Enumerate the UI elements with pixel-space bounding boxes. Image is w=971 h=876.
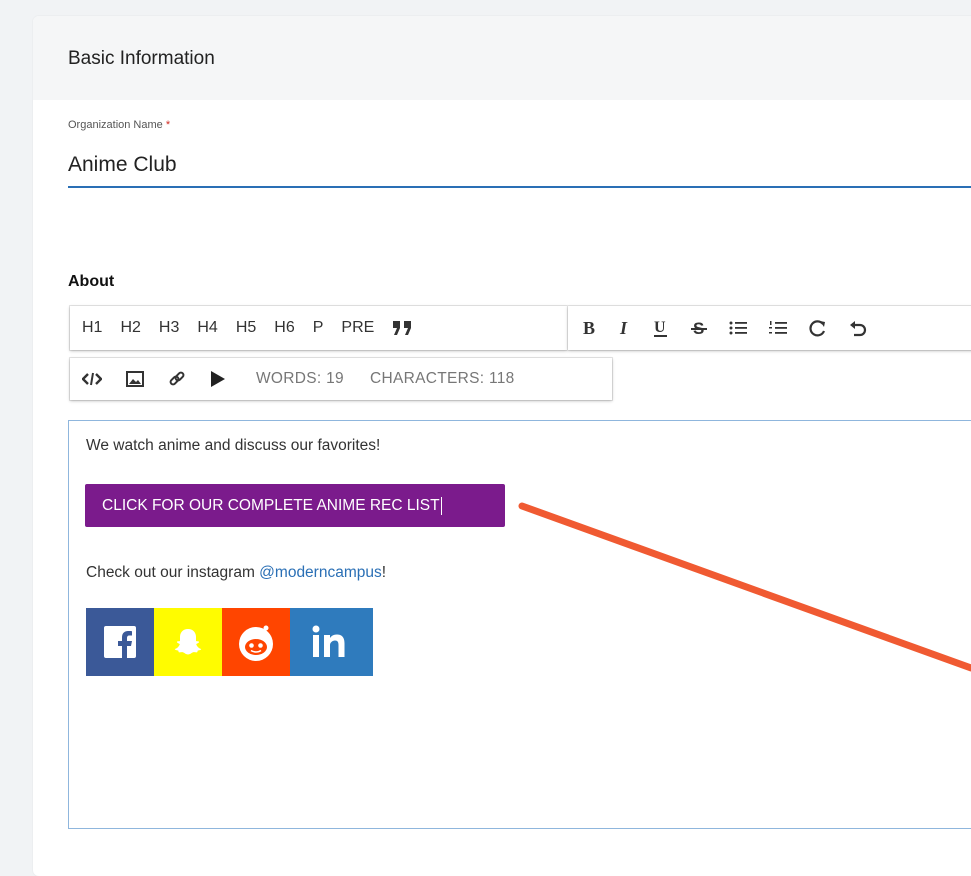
annotation-arrow bbox=[518, 502, 971, 672]
